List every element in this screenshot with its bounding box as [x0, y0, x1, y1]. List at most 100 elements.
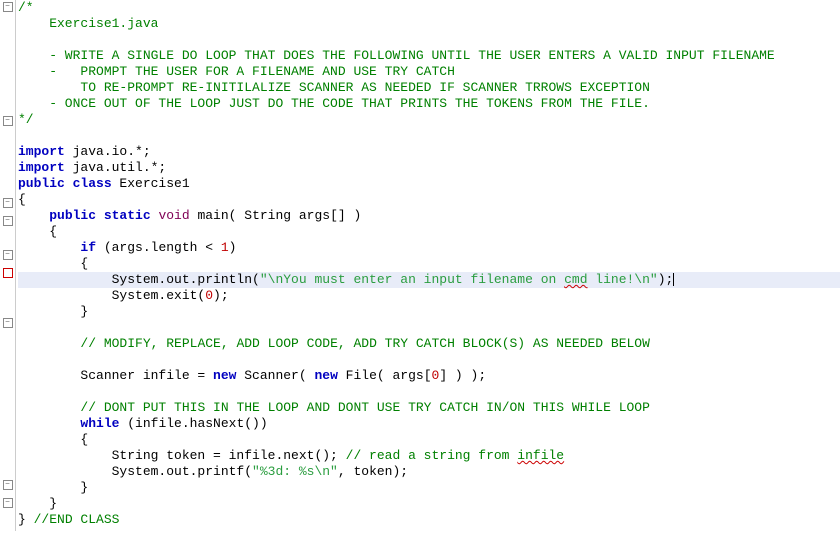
code-line[interactable]: TO RE-PROMPT RE-INITILALIZE SCANNER AS N…: [18, 80, 840, 96]
gutter-row: [0, 232, 15, 248]
code-line[interactable]: public class Exercise1: [18, 176, 840, 192]
code-token: System.out.println(: [18, 272, 260, 287]
code-line[interactable]: // MODIFY, REPLACE, ADD LOOP CODE, ADD T…: [18, 336, 840, 352]
code-line[interactable]: */: [18, 112, 840, 128]
gutter-row: [0, 300, 15, 316]
code-token: Scanner infile =: [18, 368, 213, 383]
fold-toggle-icon[interactable]: −: [3, 480, 13, 490]
fold-toggle-icon[interactable]: −: [3, 250, 13, 260]
code-token: 1: [221, 240, 229, 255]
code-token: // DONT PUT THIS IN THE LOOP AND DONT US…: [80, 400, 650, 415]
code-token: void: [158, 208, 189, 223]
gutter-row: [0, 366, 15, 382]
code-line[interactable]: - PROMPT THE USER FOR A FILENAME AND USE…: [18, 64, 840, 80]
code-line[interactable]: {: [18, 192, 840, 208]
change-marker-icon: [3, 268, 13, 278]
code-line[interactable]: }: [18, 480, 840, 496]
code-editor[interactable]: /* Exercise1.java - WRITE A SINGLE DO LO…: [16, 0, 840, 531]
code-token: - ONCE OUT OF THE LOOP JUST DO THE CODE …: [18, 96, 650, 111]
code-line[interactable]: {: [18, 256, 840, 272]
code-line[interactable]: [18, 320, 840, 336]
code-token: java.io.*;: [73, 144, 151, 159]
fold-toggle-icon[interactable]: −: [3, 116, 13, 126]
code-line[interactable]: while (infile.hasNext()): [18, 416, 840, 432]
code-line[interactable]: Exercise1.java: [18, 16, 840, 32]
code-token: //END CLASS: [34, 512, 120, 527]
gutter-row: [0, 284, 15, 300]
code-token: if: [80, 240, 96, 255]
code-line[interactable]: public static void main( String args[] ): [18, 208, 840, 224]
code-line[interactable]: String token = infile.next(); // read a …: [18, 448, 840, 464]
gutter-row: [0, 430, 15, 446]
gutter-row: [0, 18, 15, 34]
code-token: java.util.*;: [73, 160, 167, 175]
code-token: (args.length <: [96, 240, 221, 255]
code-token: TO RE-PROMPT RE-INITILALIZE SCANNER AS N…: [18, 80, 650, 95]
gutter-row: −: [0, 216, 15, 232]
code-token: /*: [18, 0, 34, 15]
code-token: [18, 240, 80, 255]
code-line[interactable]: }: [18, 496, 840, 512]
code-token: [18, 336, 80, 351]
code-line[interactable]: System.exit(0);: [18, 288, 840, 304]
code-token: }: [18, 512, 34, 527]
gutter-row: [0, 148, 15, 164]
code-line[interactable]: [18, 352, 840, 368]
code-line[interactable]: import java.util.*;: [18, 160, 840, 176]
code-line[interactable]: [18, 32, 840, 48]
code-token: Exercise1: [119, 176, 189, 191]
code-token: }: [18, 480, 88, 495]
code-token: {: [18, 256, 88, 271]
code-token: ] ) );: [439, 368, 486, 383]
code-line[interactable]: import java.io.*;: [18, 144, 840, 160]
code-token: {: [18, 192, 26, 207]
code-line[interactable]: /*: [18, 0, 840, 16]
gutter-row: −: [0, 498, 15, 514]
fold-toggle-icon[interactable]: −: [3, 498, 13, 508]
code-line[interactable]: {: [18, 432, 840, 448]
fold-toggle-icon[interactable]: −: [3, 318, 13, 328]
gutter-row: −: [0, 250, 15, 266]
code-line[interactable]: Scanner infile = new Scanner( new File( …: [18, 368, 840, 384]
code-line[interactable]: {: [18, 224, 840, 240]
code-token: }: [18, 304, 88, 319]
gutter-row: [0, 350, 15, 366]
gutter-row: [0, 446, 15, 462]
gutter-row: [0, 514, 15, 530]
gutter-row: [0, 98, 15, 114]
gutter-row: [0, 382, 15, 398]
gutter-row: [0, 180, 15, 196]
code-token: File( args[: [338, 368, 432, 383]
code-token: Exercise1.java: [18, 16, 158, 31]
fold-toggle-icon[interactable]: −: [3, 216, 13, 226]
code-token: (infile.hasNext()): [119, 416, 267, 431]
code-token: new: [213, 368, 236, 383]
gutter-row: [0, 530, 15, 546]
gutter-row: [0, 462, 15, 478]
code-token: cmd: [564, 272, 587, 287]
code-line[interactable]: if (args.length < 1): [18, 240, 840, 256]
code-token: "%3d: %s\n": [252, 464, 338, 479]
code-line[interactable]: System.out.printf("%3d: %s\n", token);: [18, 464, 840, 480]
gutter-row: [0, 164, 15, 180]
code-line[interactable]: [18, 384, 840, 400]
code-token: Scanner(: [236, 368, 314, 383]
code-line[interactable]: System.out.println("\nYou must enter an …: [18, 272, 840, 288]
code-token: line!\n": [588, 272, 658, 287]
code-line[interactable]: } //END CLASS: [18, 512, 840, 528]
fold-gutter: − − − − − − − −: [0, 0, 16, 531]
code-line[interactable]: - WRITE A SINGLE DO LOOP THAT DOES THE F…: [18, 48, 840, 64]
code-line[interactable]: // DONT PUT THIS IN THE LOOP AND DONT US…: [18, 400, 840, 416]
code-line[interactable]: }: [18, 304, 840, 320]
gutter-row: [0, 50, 15, 66]
gutter-row: [0, 398, 15, 414]
code-token: [18, 416, 80, 431]
code-token: while: [80, 416, 119, 431]
gutter-row: [0, 34, 15, 50]
gutter-row: [0, 66, 15, 82]
fold-toggle-icon[interactable]: −: [3, 2, 13, 12]
code-line[interactable]: [18, 128, 840, 144]
code-line[interactable]: - ONCE OUT OF THE LOOP JUST DO THE CODE …: [18, 96, 840, 112]
fold-toggle-icon[interactable]: −: [3, 198, 13, 208]
code-token: );: [213, 288, 229, 303]
